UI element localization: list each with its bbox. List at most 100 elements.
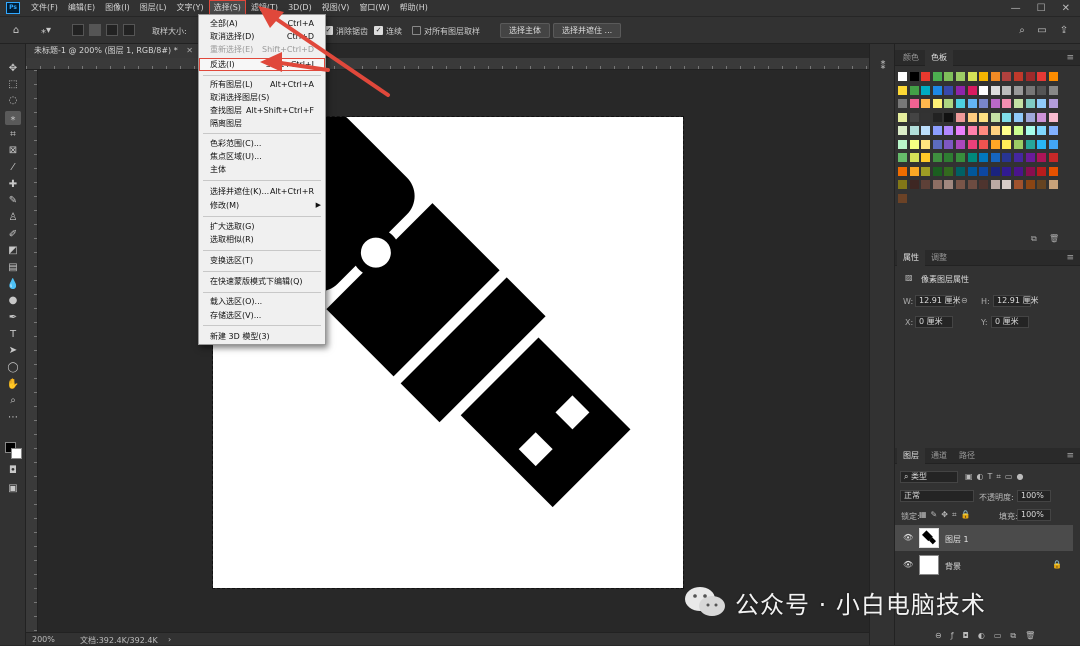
color-swatch[interactable]: [921, 153, 931, 162]
color-swatch[interactable]: [944, 139, 954, 149]
menu-item-modify[interactable]: 修改(M) ▶: [199, 199, 325, 212]
color-swatch[interactable]: [1014, 126, 1023, 135]
status-arrow-icon[interactable]: ›: [168, 635, 171, 644]
color-swatch[interactable]: [967, 139, 977, 149]
zoom-level[interactable]: 200%: [32, 635, 55, 644]
zoom-tool-icon[interactable]: ⌕: [5, 394, 21, 408]
menu-layer[interactable]: 图层(L): [135, 0, 172, 16]
menu-item-grow[interactable]: 扩大选取(G): [199, 220, 325, 233]
color-swatch[interactable]: [921, 166, 931, 176]
color-swatch[interactable]: [990, 180, 1000, 189]
background-color-icon[interactable]: [11, 448, 22, 459]
color-swatch[interactable]: [944, 180, 954, 189]
eraser-tool-icon[interactable]: ◩: [5, 244, 21, 258]
tab-layers[interactable]: 图层: [897, 448, 925, 464]
menu-item-load-selection[interactable]: 载入选区(O)...: [199, 295, 325, 308]
home-icon[interactable]: ⌂: [8, 24, 24, 38]
swatch-grid[interactable]: [898, 72, 1068, 232]
color-swatch[interactable]: [1014, 99, 1023, 108]
color-swatch[interactable]: [1048, 153, 1058, 162]
color-swatch[interactable]: [909, 85, 919, 95]
close-tab-icon[interactable]: ✕: [186, 46, 193, 55]
subtract-selection-icon[interactable]: [106, 24, 118, 36]
color-swatch[interactable]: [921, 72, 931, 81]
color-swatch[interactable]: [1002, 180, 1012, 189]
color-swatch[interactable]: [1048, 99, 1058, 108]
color-swatch[interactable]: [1014, 112, 1023, 122]
color-swatch[interactable]: [1037, 99, 1047, 108]
blend-mode-select[interactable]: 正常: [900, 490, 974, 502]
color-swatch[interactable]: [1037, 126, 1047, 135]
gradient-tool-icon[interactable]: ▤: [5, 261, 21, 275]
color-swatch[interactable]: [1002, 85, 1012, 95]
color-swatch[interactable]: [1014, 153, 1023, 162]
color-swatch[interactable]: [967, 180, 977, 189]
color-swatch[interactable]: [1014, 72, 1023, 81]
color-swatch[interactable]: [1037, 112, 1047, 122]
color-swatch[interactable]: [990, 153, 1000, 162]
x-field[interactable]: 0 厘米: [915, 316, 953, 328]
color-swatch[interactable]: [921, 85, 931, 95]
color-swatch[interactable]: [1014, 139, 1023, 149]
color-swatch[interactable]: [1037, 139, 1047, 149]
color-swatch[interactable]: [956, 72, 965, 81]
color-swatch[interactable]: [932, 99, 942, 108]
height-field[interactable]: 12.91 厘米: [993, 295, 1038, 307]
color-swatch[interactable]: [967, 72, 977, 81]
menu-item-select-and-mask[interactable]: 选择并遮住(K)... Alt+Ctrl+R: [199, 185, 325, 198]
color-swatch[interactable]: [932, 72, 942, 81]
color-swatch[interactable]: [944, 166, 954, 176]
color-swatch[interactable]: [1048, 112, 1058, 122]
color-swatch[interactable]: [932, 126, 942, 135]
color-swatch[interactable]: [956, 85, 965, 95]
color-swatch[interactable]: [1048, 126, 1058, 135]
color-swatch[interactable]: [979, 139, 989, 149]
panel-menu-icon[interactable]: ≡: [1066, 53, 1074, 63]
color-swatch[interactable]: [990, 139, 1000, 149]
color-swatch[interactable]: [944, 85, 954, 95]
color-swatch[interactable]: [1037, 180, 1047, 189]
color-swatch[interactable]: [921, 112, 931, 122]
color-swatch[interactable]: [956, 126, 965, 135]
select-subject-button[interactable]: 选择主体: [500, 23, 550, 38]
color-swatch[interactable]: [909, 153, 919, 162]
layer-row[interactable]: 👁 背景 🔒: [895, 552, 1073, 578]
color-swatch[interactable]: [1025, 166, 1035, 176]
menu-item-focus-area[interactable]: 焦点区域(U)...: [199, 150, 325, 163]
menu-item-isolate-layers[interactable]: 隔离图层: [199, 117, 325, 130]
menu-item-save-selection[interactable]: 存储选区(V)...: [199, 309, 325, 322]
color-swatch[interactable]: [979, 99, 989, 108]
add-selection-icon[interactable]: [89, 24, 101, 36]
color-swatch[interactable]: [898, 72, 907, 81]
color-swatch[interactable]: [967, 153, 977, 162]
color-swatch[interactable]: [1014, 180, 1023, 189]
hand-tool-icon[interactable]: ✋: [5, 378, 21, 392]
color-swatch[interactable]: [990, 99, 1000, 108]
color-swatch[interactable]: [967, 112, 977, 122]
healing-brush-icon[interactable]: ✚: [5, 178, 21, 192]
type-tool-icon[interactable]: T: [5, 328, 21, 342]
color-swatch[interactable]: [1048, 85, 1058, 95]
color-swatch[interactable]: [932, 112, 942, 122]
layer-filter-select[interactable]: ⌕ 类型: [900, 471, 958, 483]
color-swatch[interactable]: [898, 139, 907, 149]
color-swatch[interactable]: [990, 126, 1000, 135]
color-swatch[interactable]: [909, 112, 919, 122]
visibility-eye-icon[interactable]: 👁: [903, 560, 913, 569]
menu-item-color-range[interactable]: 色彩范围(C)...: [199, 137, 325, 150]
color-swatch[interactable]: [921, 180, 931, 189]
color-swatch[interactable]: [1037, 72, 1047, 81]
color-swatch[interactable]: [1025, 112, 1035, 122]
color-swatch[interactable]: [1037, 85, 1047, 95]
layer-name[interactable]: 图层 1: [945, 534, 969, 545]
tab-properties[interactable]: 属性: [897, 250, 925, 266]
lock-icons[interactable]: ▦✎✥⌗🔒: [919, 510, 974, 520]
color-swatch[interactable]: [956, 112, 965, 122]
color-swatch[interactable]: [1002, 126, 1012, 135]
clone-stamp-icon[interactable]: ♙: [5, 211, 21, 225]
color-swatch[interactable]: [990, 166, 1000, 176]
color-swatch[interactable]: [909, 72, 919, 81]
color-swatch[interactable]: [1025, 153, 1035, 162]
move-tool-icon[interactable]: ✥: [5, 62, 21, 76]
color-swatch[interactable]: [898, 99, 907, 108]
